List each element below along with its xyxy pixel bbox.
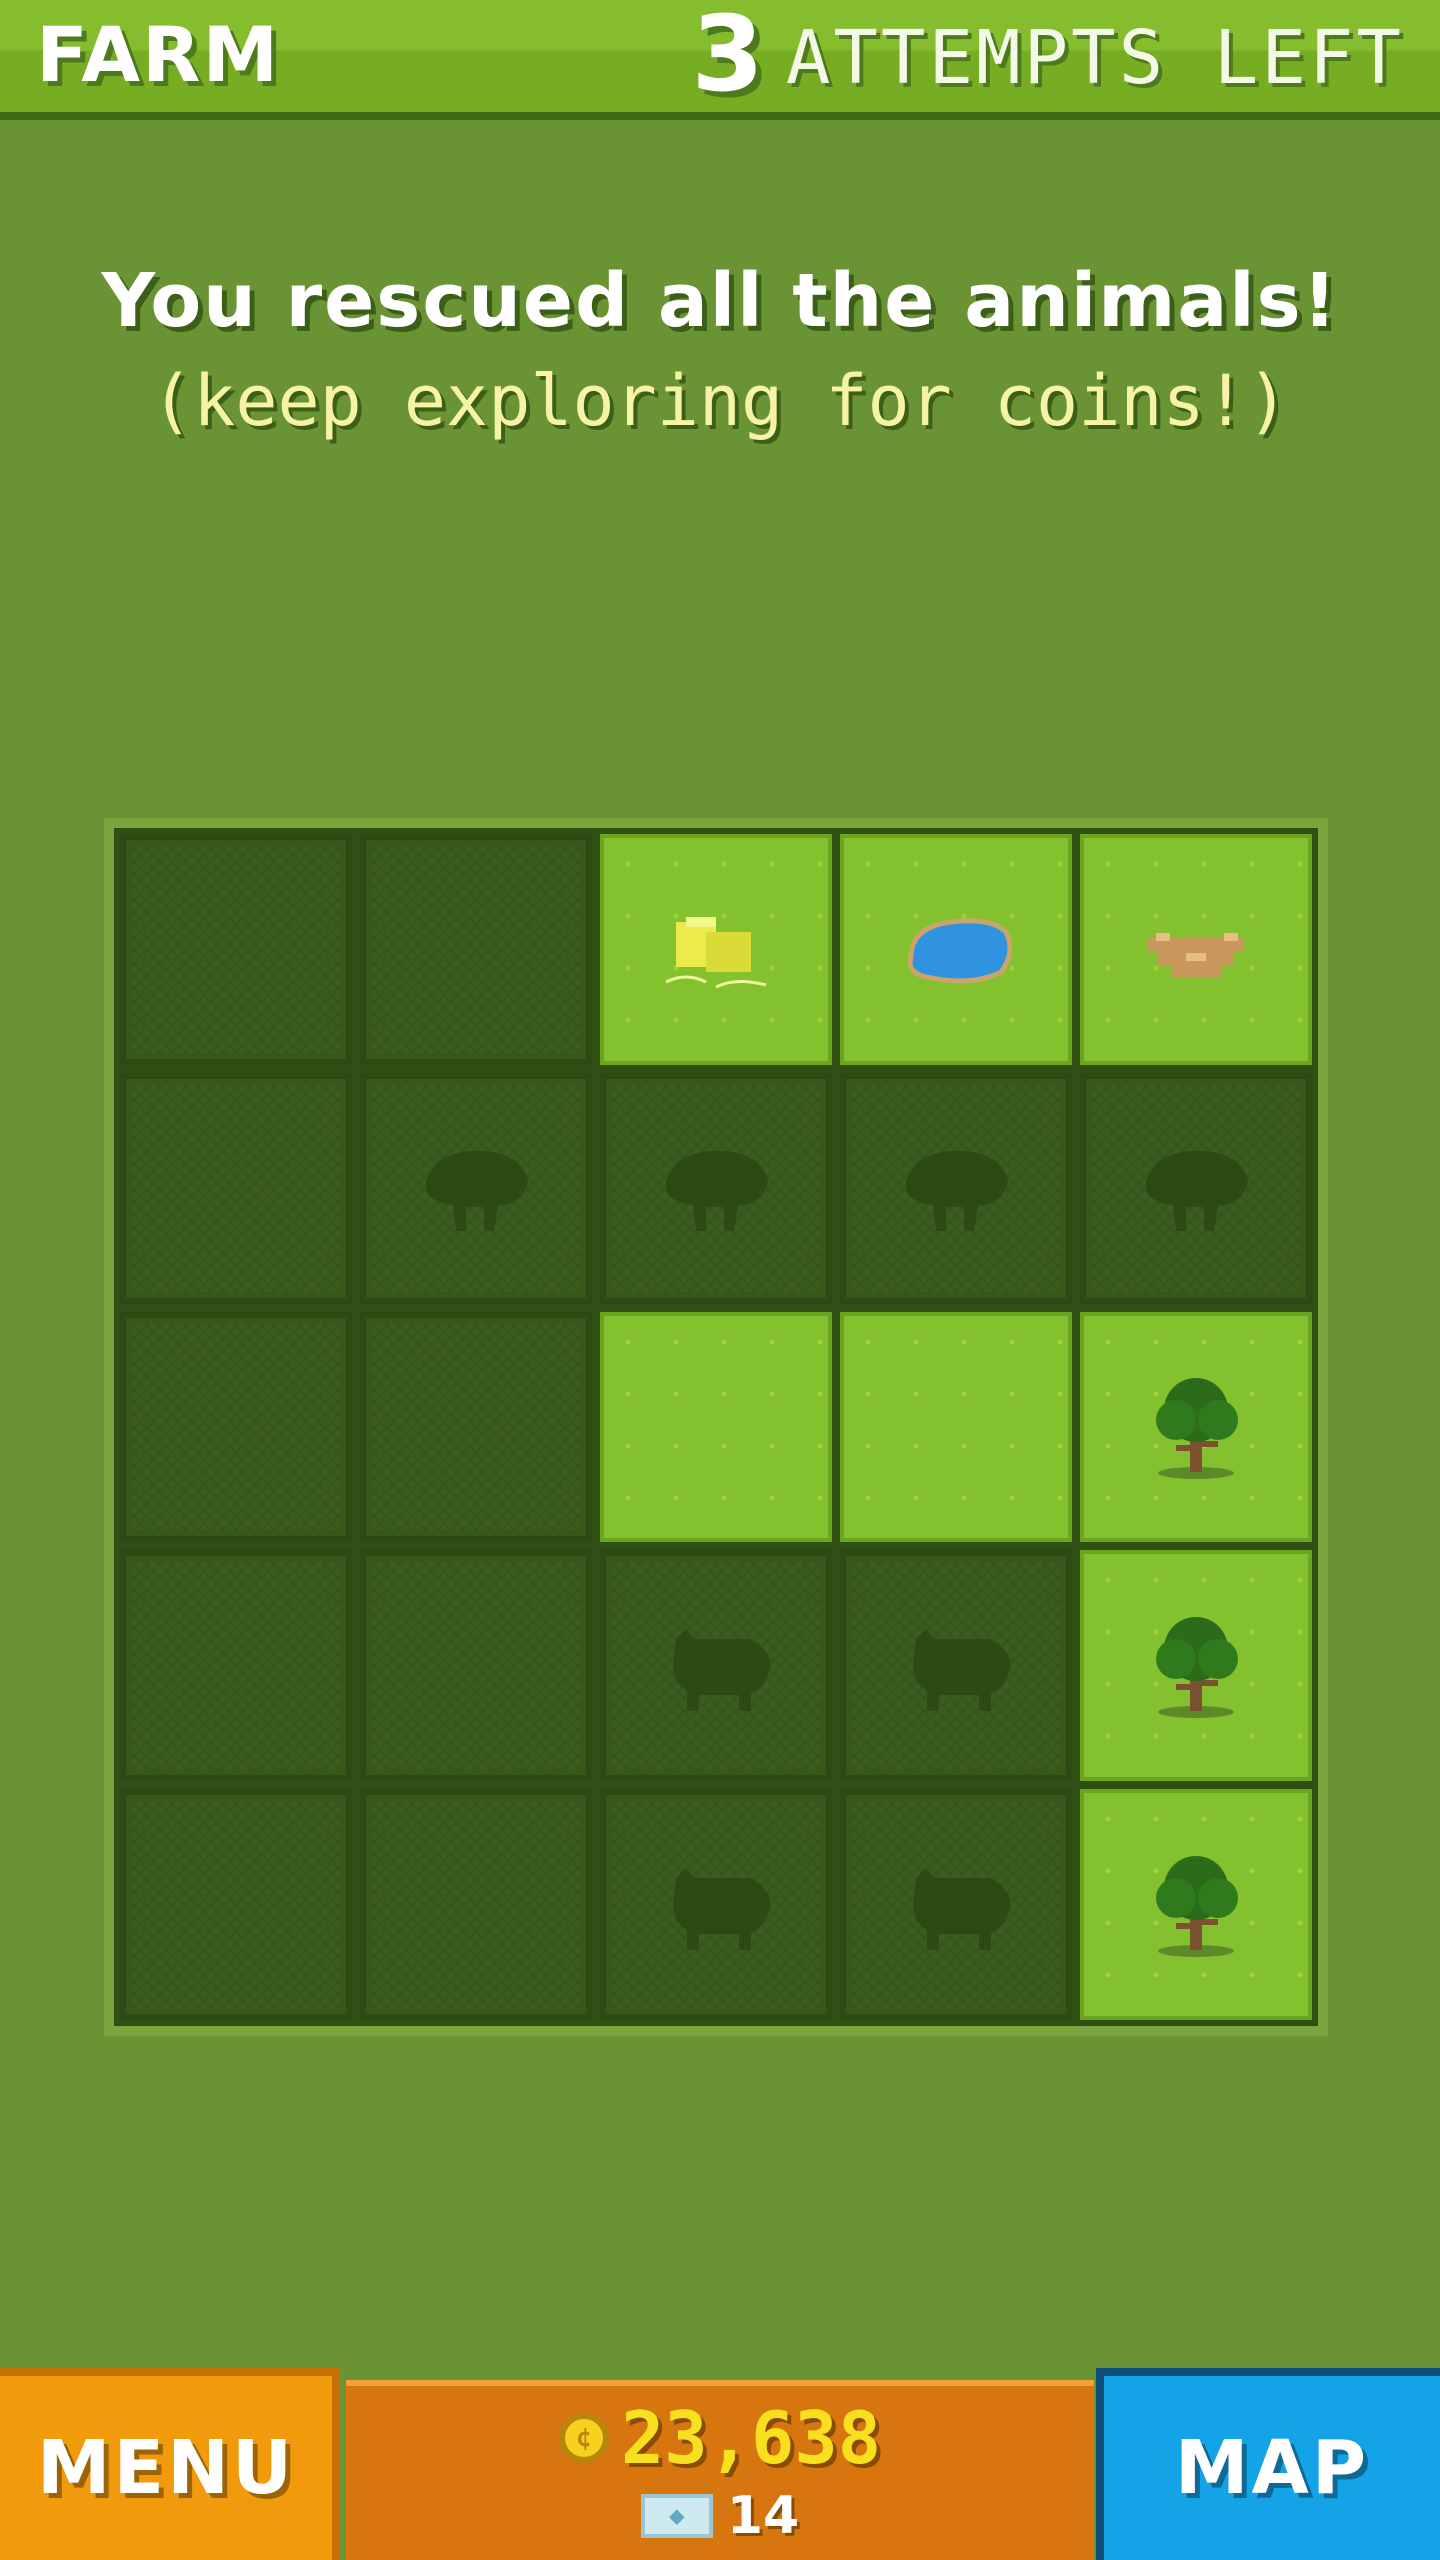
pig-silhouette-icon xyxy=(646,1604,786,1728)
tile-4-2-pig-silhouette[interactable] xyxy=(600,1789,832,2020)
pig-silhouette-icon xyxy=(646,1843,786,1967)
coin-balance: ¢ 23,638 xyxy=(346,2396,1094,2480)
attempts-counter: 3 ATTEMPTS LEFT xyxy=(691,2,1404,106)
menu-button-label: MENU xyxy=(36,2425,296,2511)
sheep-silhouette-icon xyxy=(406,1126,546,1250)
pig-silhouette-icon xyxy=(886,1843,1026,1967)
rescue-message: You rescued all the animals! xyxy=(101,258,1339,344)
tile-4-3-pig-silhouette[interactable] xyxy=(840,1789,1072,2020)
wallet-panel: ¢ 23,638 ◆ 14 xyxy=(346,2380,1094,2560)
tile-4-0-hidden[interactable] xyxy=(120,1789,352,2020)
menu-button[interactable]: MENU xyxy=(0,2368,340,2560)
tile-2-2-grass xyxy=(600,1311,832,1543)
sheep-silhouette-icon xyxy=(646,1126,786,1250)
coin-icon: ¢ xyxy=(558,2413,609,2463)
bottom-bar: MENU ¢ 23,638 ◆ 14 MAP xyxy=(0,2368,1440,2560)
tile-2-1-hidden[interactable] xyxy=(360,1311,592,1543)
tile-1-0-hidden[interactable] xyxy=(120,1072,352,1304)
sheep-silhouette-icon xyxy=(886,1126,1026,1250)
tree-icon xyxy=(1126,1604,1266,1728)
tile-3-1-hidden[interactable] xyxy=(360,1550,592,1782)
tile-4-4-tree xyxy=(1080,1789,1312,2020)
nest-icon xyxy=(1126,887,1266,1011)
hay-icon xyxy=(646,887,786,1011)
ticket-icon: ◆ xyxy=(640,2494,713,2538)
attempts-count: 3 xyxy=(691,0,764,115)
tile-2-0-hidden[interactable] xyxy=(120,1311,352,1543)
top-bar: FARM 3 ATTEMPTS LEFT xyxy=(0,0,1440,120)
tile-2-3-grass xyxy=(840,1311,1072,1543)
map-button-label: MAP xyxy=(1174,2425,1370,2511)
tile-3-0-hidden[interactable] xyxy=(120,1550,352,1782)
tile-grid xyxy=(114,828,1318,2026)
tile-3-3-pig-silhouette[interactable] xyxy=(840,1550,1072,1782)
tree-icon xyxy=(1126,1365,1266,1489)
coin-count: 23,638 xyxy=(620,2396,882,2480)
tile-0-4-nest xyxy=(1080,834,1312,1065)
tile-3-4-tree xyxy=(1080,1550,1312,1782)
tile-1-1-sheep-silhouette[interactable] xyxy=(360,1072,592,1304)
tile-0-1-hidden[interactable] xyxy=(360,834,592,1065)
tile-1-2-sheep-silhouette[interactable] xyxy=(600,1072,832,1304)
sheep-silhouette-icon xyxy=(1126,1126,1266,1250)
tile-0-2-hay xyxy=(600,834,832,1065)
explore-hint: (keep exploring for coins!) xyxy=(151,360,1289,442)
tile-0-0-hidden[interactable] xyxy=(120,834,352,1065)
tile-3-2-pig-silhouette[interactable] xyxy=(600,1550,832,1782)
attempts-label: ATTEMPTS LEFT xyxy=(785,15,1404,101)
tile-2-4-tree xyxy=(1080,1311,1312,1543)
map-button[interactable]: MAP xyxy=(1096,2368,1440,2560)
tile-1-4-sheep-silhouette[interactable] xyxy=(1080,1072,1312,1304)
tile-0-3-pond xyxy=(840,834,1072,1065)
game-board xyxy=(104,818,1328,2036)
tree-icon xyxy=(1126,1843,1266,1967)
ticket-count: 14 xyxy=(726,2486,800,2546)
ticket-balance: ◆ 14 xyxy=(346,2486,1094,2546)
tile-1-3-sheep-silhouette[interactable] xyxy=(840,1072,1072,1304)
pond-icon xyxy=(886,887,1026,1011)
level-title: FARM xyxy=(36,10,281,99)
pig-silhouette-icon xyxy=(886,1604,1026,1728)
tile-4-1-hidden[interactable] xyxy=(360,1789,592,2020)
